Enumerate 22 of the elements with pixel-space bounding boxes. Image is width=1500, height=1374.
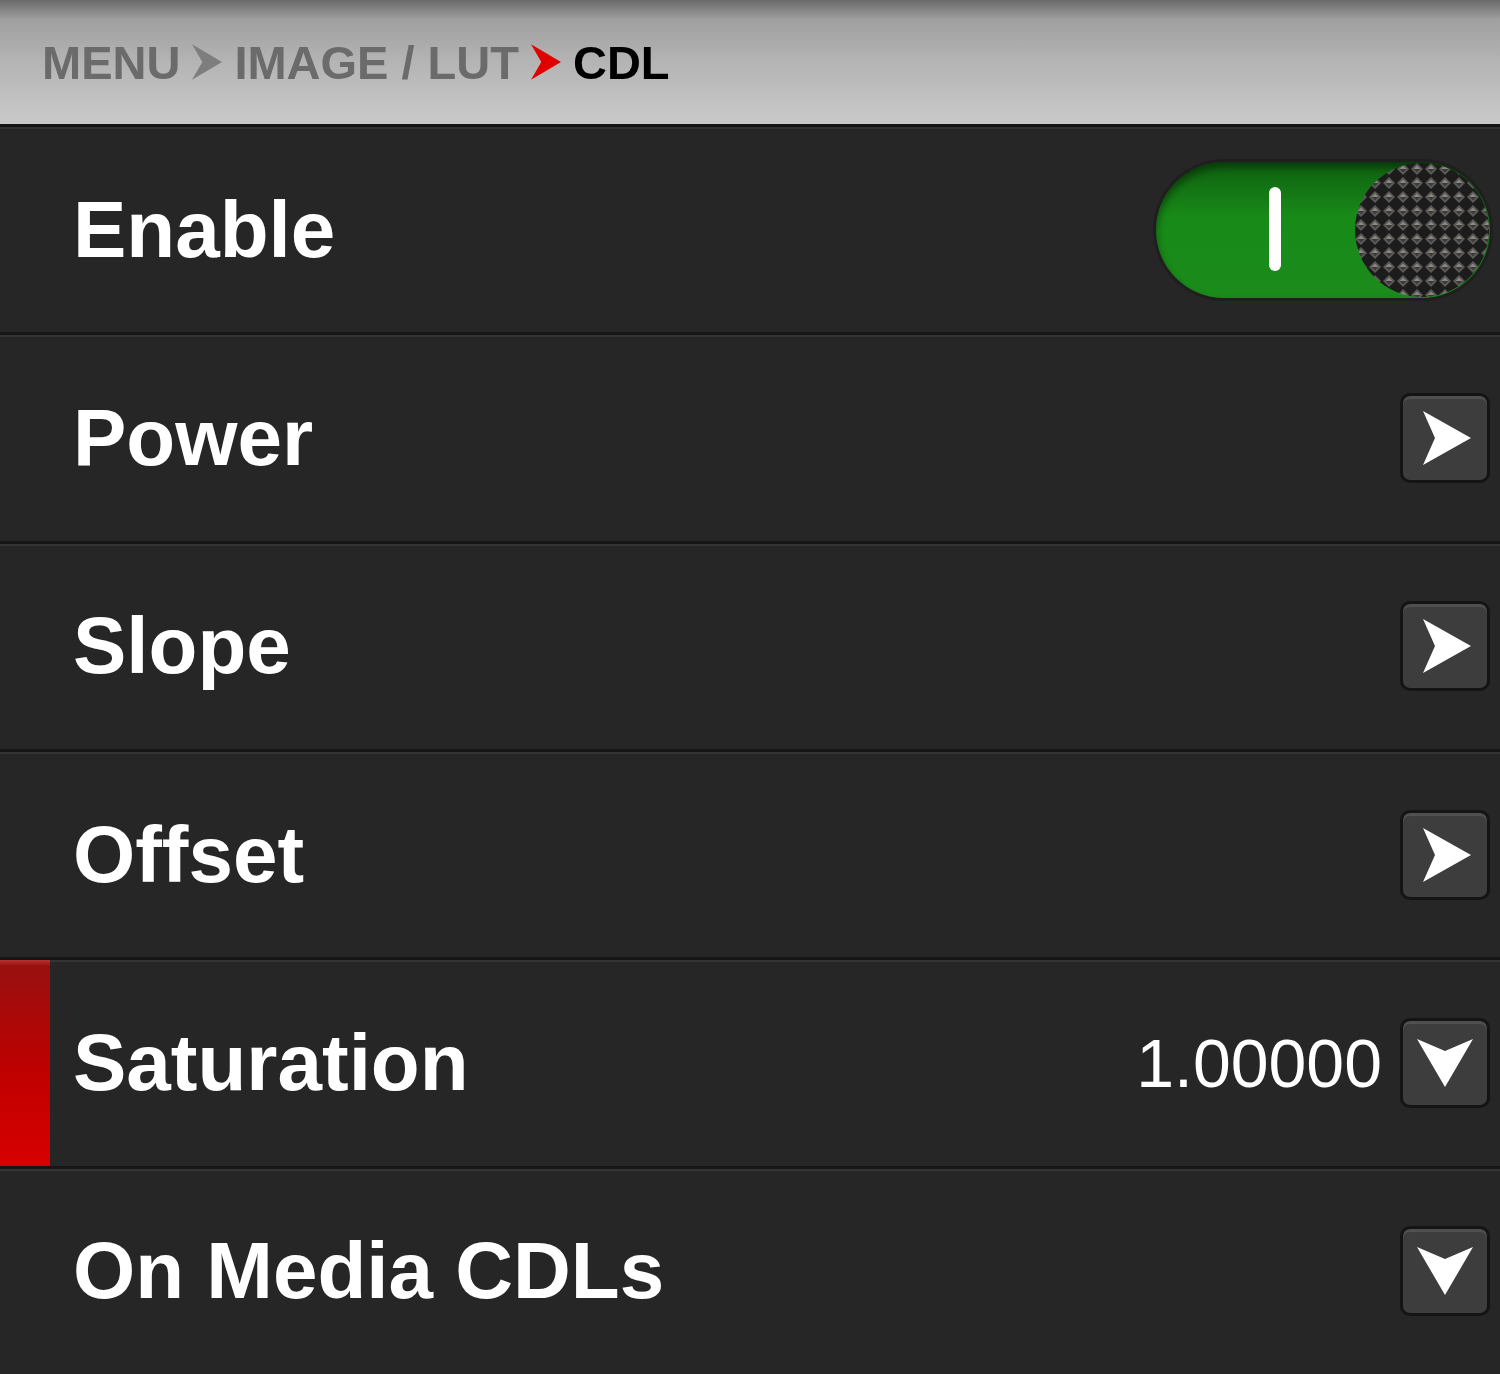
switch-knob[interactable] [1354, 161, 1490, 298]
row-label: Offset [73, 814, 305, 895]
arrowhead-icon [192, 44, 223, 80]
submenu-button[interactable] [1400, 809, 1490, 900]
dropdown-button[interactable] [1400, 1017, 1490, 1108]
arrowhead-down-icon [1417, 1247, 1473, 1296]
row-label: Power [73, 398, 314, 478]
breadcrumb-current: CDL [573, 38, 670, 86]
row-label: Enable [73, 189, 336, 270]
row-label: Saturation [73, 1022, 469, 1103]
arrowhead-icon [531, 44, 561, 80]
on-mark-icon [1269, 186, 1281, 271]
value-text: 1.00000 [1136, 1028, 1382, 1097]
arrowhead-right-icon [1423, 619, 1471, 674]
arrowhead-right-icon [1423, 827, 1471, 882]
dropdown-button[interactable] [1400, 1226, 1490, 1317]
arrowhead-right-icon [1423, 411, 1471, 465]
submenu-button[interactable] [1400, 601, 1490, 692]
row-label: On Media CDLs [73, 1231, 665, 1312]
submenu-button[interactable] [1400, 393, 1490, 483]
arrowhead-down-icon [1417, 1038, 1473, 1087]
menu-row[interactable]: Saturation 1.00000 [0, 957, 1500, 1166]
